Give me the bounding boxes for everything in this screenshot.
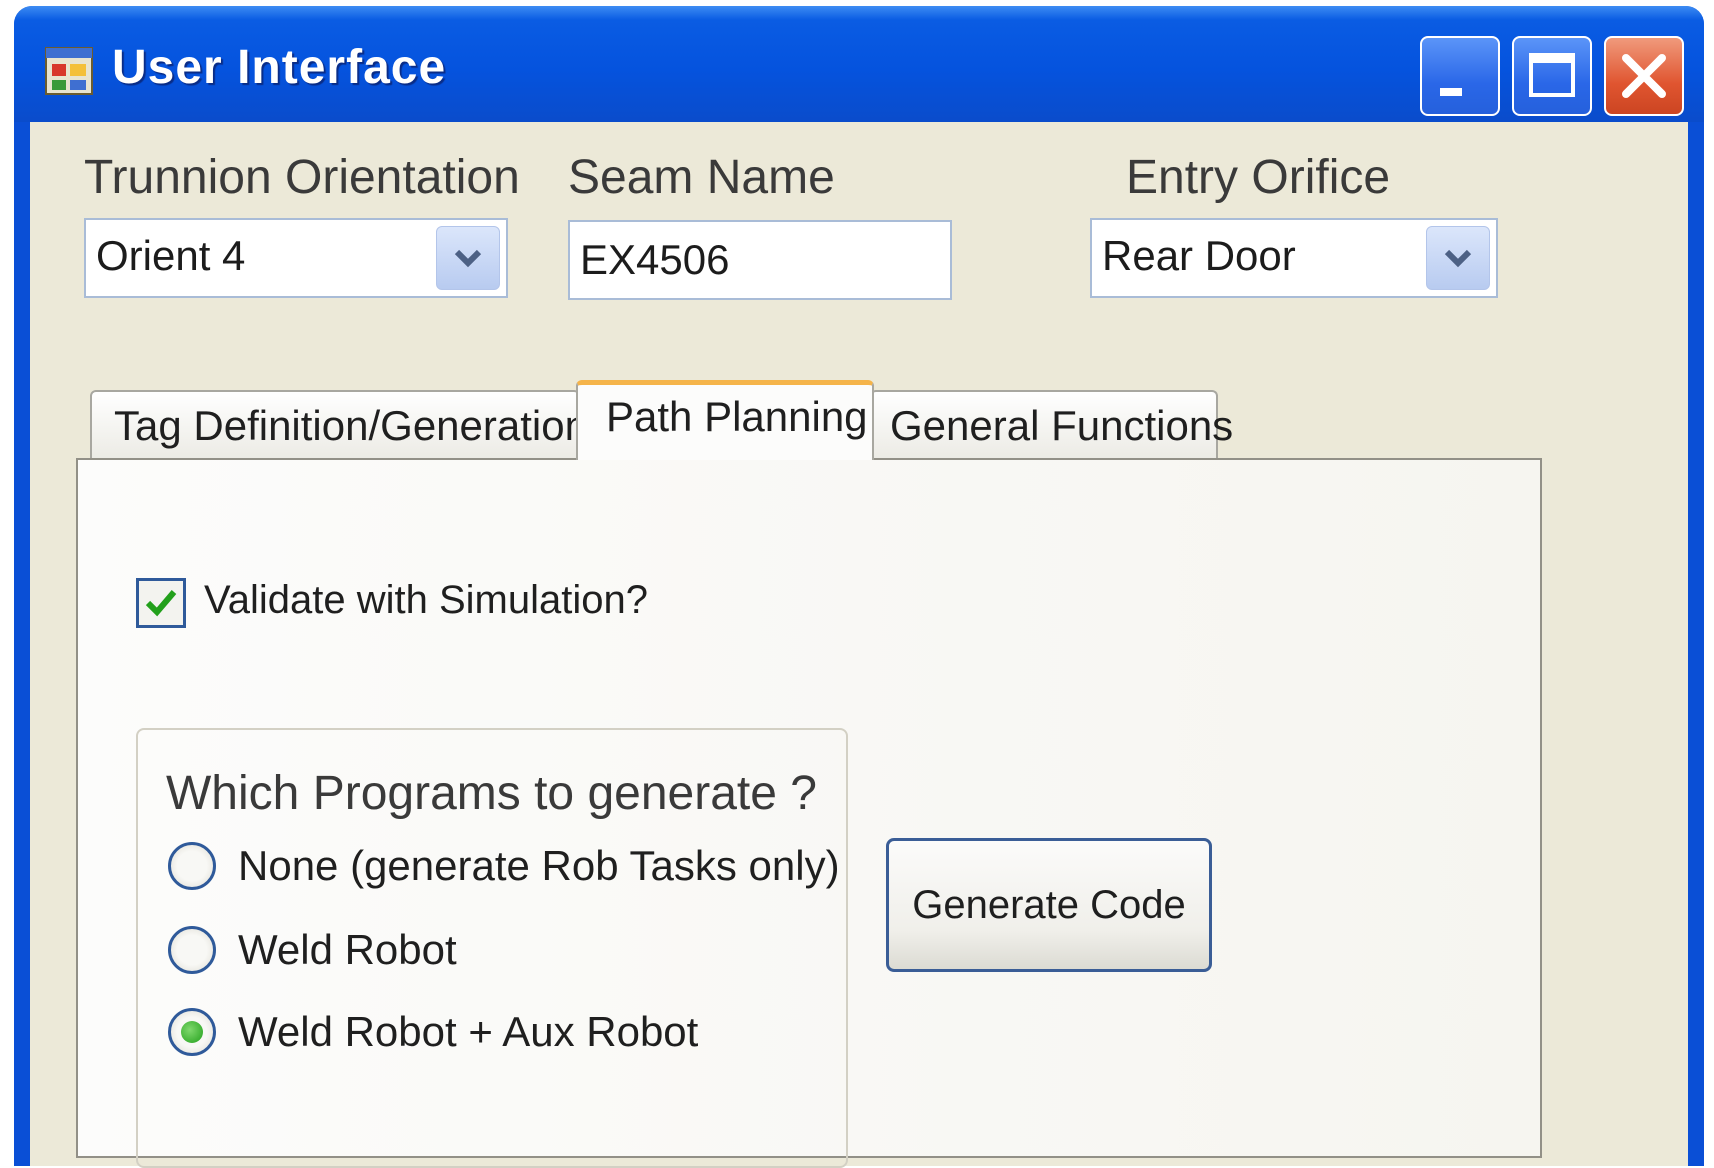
entry-orifice-dropdown[interactable]: Rear Door [1090,218,1498,298]
radio-weld-robot[interactable] [168,926,216,974]
radio-weld-aux-robot[interactable] [168,1008,216,1056]
tab-tag-definition-generation[interactable]: Tag Definition/Generation [90,390,588,458]
radio-none-label: None (generate Rob Tasks only) [238,842,840,889]
maximize-button[interactable] [1512,36,1592,116]
entry-orifice-label: Entry Orifice [1126,151,1391,204]
radio-weld-aux-robot-label: Weld Robot + Aux Robot [238,1008,699,1055]
minimize-button[interactable] [1420,36,1500,116]
minimize-icon [1440,88,1462,96]
validate-simulation-label: Validate with Simulation? [204,578,648,622]
seam-name-label: Seam Name [568,151,835,204]
validate-simulation-checkbox[interactable] [136,578,186,628]
close-button[interactable] [1604,36,1684,116]
generate-code-button[interactable]: Generate Code [886,838,1212,972]
tab-path-planning[interactable]: Path Planning [576,380,874,460]
radio-none[interactable] [168,842,216,890]
entry-orifice-value: Rear Door [1102,232,1296,279]
radio-selected-dot [181,1021,203,1043]
trunnion-orientation-label: Trunnion Orientation [84,151,520,204]
close-icon [1622,54,1666,98]
tab-label: Tag Definition/Generation [114,402,588,449]
seam-name-input[interactable] [570,222,950,298]
maximize-icon [1529,53,1575,97]
programs-group-title: Which Programs to generate ? [166,767,817,820]
trunnion-orientation-dropdown[interactable]: Orient 4 [84,218,508,298]
chevron-down-icon [1444,249,1472,268]
chevron-down-icon [454,249,482,268]
tab-label: Path Planning [606,393,868,440]
trunnion-orientation-value: Orient 4 [96,232,246,279]
title-bar[interactable]: User Interface [14,6,1704,122]
trunnion-dropdown-button[interactable] [436,226,500,290]
seam-name-field[interactable] [568,220,952,300]
tab-general-functions[interactable]: General Functions [870,390,1233,458]
checkmark-icon [145,590,177,617]
entry-dropdown-button[interactable] [1426,226,1490,290]
tab-label: General Functions [890,402,1234,449]
window-title: User Interface [112,41,447,94]
app-window-icon [45,47,93,95]
radio-weld-robot-label: Weld Robot [238,926,457,973]
